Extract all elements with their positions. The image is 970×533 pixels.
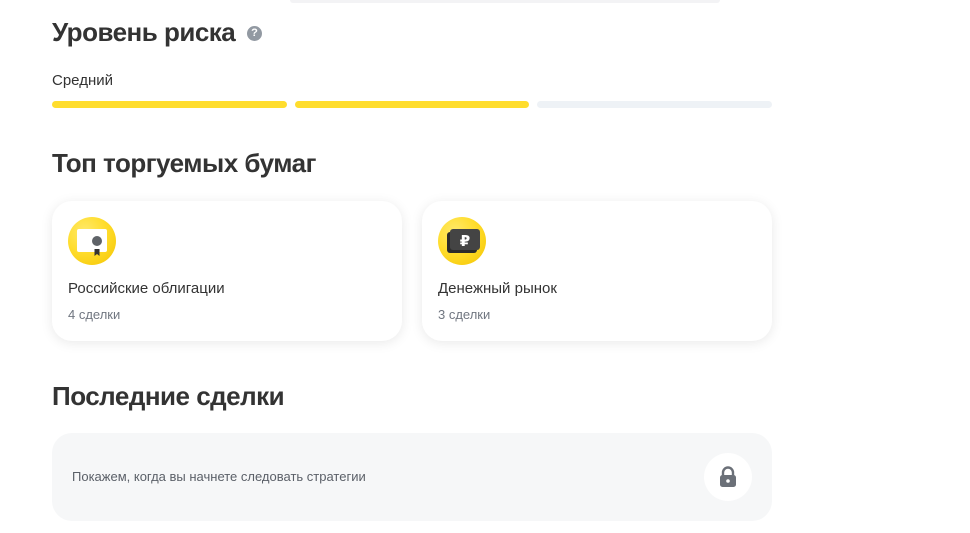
lock-icon xyxy=(720,466,736,487)
svg-text:₽: ₽ xyxy=(460,232,470,250)
risk-level-value: Средний xyxy=(52,72,113,89)
risk-level-segment-2 xyxy=(294,101,530,108)
bond-certificate-icon xyxy=(68,217,116,265)
lock-button[interactable] xyxy=(704,453,752,501)
risk-level-segment-3 xyxy=(537,101,773,108)
top-securities-title: Топ торгуемых бумаг xyxy=(52,148,316,178)
security-card-name: Российские облигации xyxy=(68,280,225,297)
last-deals-empty-panel: Покажем, когда вы начнете следовать стра… xyxy=(52,433,772,521)
strategy-page: Уровень риска ? Средний Топ торгуемых бу… xyxy=(0,0,970,533)
last-deals-empty-text: Покажем, когда вы начнете следовать стра… xyxy=(72,469,366,484)
risk-level-segment-1 xyxy=(52,101,287,108)
risk-level-title: Уровень риска xyxy=(52,17,236,47)
security-card-money-market[interactable]: ₽ Денежный рынок 3 сделки xyxy=(422,201,772,341)
security-card-name: Денежный рынок xyxy=(438,280,557,297)
security-card-russian-bonds[interactable]: Российские облигации 4 сделки xyxy=(52,201,402,341)
risk-level-meter xyxy=(52,101,773,109)
top-divider xyxy=(290,0,720,3)
ruble-wallet-icon: ₽ xyxy=(438,217,486,265)
security-card-deals-count: 3 сделки xyxy=(438,307,491,322)
help-icon[interactable]: ? xyxy=(247,26,262,41)
last-deals-title: Последние сделки xyxy=(52,381,285,411)
security-card-deals-count: 4 сделки xyxy=(68,307,121,322)
